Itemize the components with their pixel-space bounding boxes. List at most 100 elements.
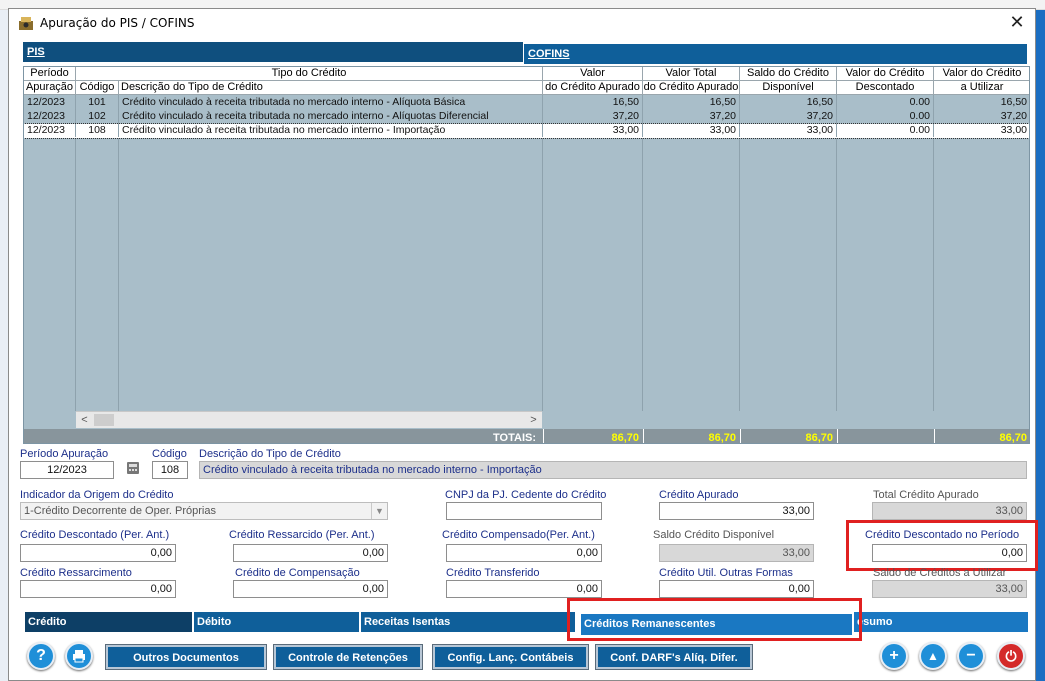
outras-field[interactable]: 0,00 bbox=[659, 580, 814, 598]
table-row[interactable]: 12/2023 102 Crédito vinculado à receita … bbox=[24, 110, 1029, 124]
credit-grid[interactable]: Período Tipo do Crédito Valor Valor Tota… bbox=[23, 66, 1030, 444]
tab-cofins[interactable]: COFINS bbox=[523, 44, 1027, 64]
tab-receitas-isentas[interactable]: Receitas Isentas bbox=[361, 612, 576, 632]
tab-pis-label: PIS bbox=[27, 46, 45, 58]
cell-valor-total: 33,00 bbox=[643, 124, 740, 137]
cell-codigo: 108 bbox=[76, 124, 119, 137]
subheader-descontado[interactable]: Descontado bbox=[837, 81, 934, 95]
header-saldo[interactable]: Saldo do Crédito bbox=[740, 67, 837, 81]
total-valor: 86,70 bbox=[543, 429, 643, 443]
outros-documentos-button[interactable]: Outros Documentos bbox=[105, 644, 267, 670]
background-app-left bbox=[0, 10, 8, 681]
codigo-field[interactable]: 108 bbox=[152, 461, 188, 479]
config-lanc-button[interactable]: Config. Lanç. Contábeis bbox=[432, 644, 589, 670]
apurado-field[interactable]: 33,00 bbox=[659, 502, 814, 520]
header-valor[interactable]: Valor bbox=[543, 67, 643, 81]
conf-darf-button[interactable]: Conf. DARF's Alíq. Difer. bbox=[595, 644, 753, 670]
up-icon[interactable]: ▲ bbox=[919, 642, 947, 670]
tab-debito[interactable]: Débito bbox=[194, 612, 360, 632]
header-utilizar[interactable]: Valor do Crédito bbox=[934, 67, 1029, 81]
chevron-down-icon[interactable]: ▼ bbox=[371, 503, 387, 519]
cell-descontado: 0.00 bbox=[837, 110, 934, 123]
total-valor-total: 86,70 bbox=[643, 429, 740, 443]
subheader-saldo[interactable]: Disponível bbox=[740, 81, 837, 95]
header-descontado[interactable]: Valor do Crédito bbox=[837, 67, 934, 81]
window-title: Apuração do PIS / COFINS bbox=[40, 16, 195, 30]
periodo-label: Período Apuração bbox=[20, 448, 109, 460]
column-divider bbox=[642, 95, 643, 411]
remove-icon[interactable]: − bbox=[957, 642, 985, 670]
compensacao-label: Crédito de Compensação bbox=[235, 567, 360, 579]
origem-select[interactable]: 1-Crédito Decorrente de Oper. Próprias ▼ bbox=[20, 502, 388, 520]
total-descontado bbox=[837, 429, 934, 443]
tab-pis[interactable]: PIS bbox=[23, 42, 523, 62]
ressarcimento-field[interactable]: 0,00 bbox=[20, 580, 176, 598]
totals-label: TOTAIS: bbox=[444, 429, 540, 443]
tab-credito[interactable]: Crédito bbox=[25, 612, 193, 632]
ressarcido-ant-field[interactable]: 0,00 bbox=[233, 544, 388, 562]
controle-retencoes-button[interactable]: Controle de Retenções bbox=[273, 644, 423, 670]
power-icon[interactable]: ⏻ bbox=[997, 642, 1025, 670]
descricao-field[interactable]: Crédito vinculado à receita tributada no… bbox=[199, 461, 1027, 479]
compensado-ant-field[interactable]: 0,00 bbox=[446, 544, 602, 562]
totals-bar: TOTAIS: 86,70 86,70 86,70 86,70 bbox=[24, 429, 1029, 443]
subheader-codigo[interactable]: Código bbox=[76, 81, 119, 95]
horizontal-scrollbar[interactable]: < > bbox=[76, 411, 542, 428]
saldo-disp-field[interactable]: 33,00 bbox=[659, 544, 814, 562]
total-apurado-label: Total Crédito Apurado bbox=[873, 489, 979, 501]
tab-debito-label: Débito bbox=[197, 616, 232, 628]
descricao-label: Descrição do Tipo de Crédito bbox=[199, 448, 341, 460]
cell-periodo: 12/2023 bbox=[24, 110, 76, 123]
compensacao-field[interactable]: 0,00 bbox=[233, 580, 388, 598]
apurado-label: Crédito Apurado bbox=[659, 489, 739, 501]
periodo-field[interactable]: 12/2023 bbox=[20, 461, 114, 479]
cell-saldo: 33,00 bbox=[740, 124, 837, 137]
tab-resumo[interactable]: esumo bbox=[854, 612, 1029, 632]
cell-valor: 33,00 bbox=[543, 124, 643, 137]
header-periodo[interactable]: Período bbox=[24, 67, 76, 81]
origem-label: Indicador da Origem do Crédito bbox=[20, 489, 174, 501]
add-icon[interactable]: + bbox=[880, 642, 908, 670]
close-icon[interactable]: ✕ bbox=[1005, 12, 1029, 34]
cell-utilizar: 37,20 bbox=[934, 110, 1029, 123]
cell-periodo: 12/2023 bbox=[24, 96, 76, 109]
highlight-box bbox=[567, 598, 862, 641]
cell-descontado: 0.00 bbox=[837, 124, 934, 137]
help-icon[interactable]: ? bbox=[27, 642, 55, 670]
subheader-apuracao[interactable]: Apuração bbox=[24, 81, 76, 95]
transferido-field[interactable]: 0,00 bbox=[446, 580, 602, 598]
table-row[interactable]: 12/2023 101 Crédito vinculado à receita … bbox=[24, 96, 1029, 110]
calculator-icon[interactable] bbox=[125, 460, 143, 476]
cell-valor-total: 37,20 bbox=[643, 110, 740, 123]
column-divider bbox=[836, 95, 837, 411]
cell-utilizar: 16,50 bbox=[934, 96, 1029, 109]
total-utilizar: 86,70 bbox=[934, 429, 1029, 443]
print-icon[interactable] bbox=[65, 642, 93, 670]
descontado-ant-field[interactable]: 0,00 bbox=[20, 544, 176, 562]
cell-valor: 16,50 bbox=[543, 96, 643, 109]
cell-utilizar: 33,00 bbox=[934, 124, 1029, 137]
tab-resumo-label: esumo bbox=[857, 616, 893, 628]
transferido-label: Crédito Transferido bbox=[446, 567, 540, 579]
scroll-thumb[interactable] bbox=[94, 414, 114, 426]
cnpj-field[interactable] bbox=[446, 502, 602, 520]
scroll-left-icon[interactable]: < bbox=[76, 412, 93, 428]
cnpj-label: CNPJ da PJ. Cedente do Crédito bbox=[445, 489, 607, 501]
subheader-valor-total[interactable]: do Crédito Apurado bbox=[643, 81, 740, 95]
table-row-selected[interactable]: 12/2023 108 Crédito vinculado à receita … bbox=[24, 123, 1029, 139]
total-apurado-field[interactable]: 33,00 bbox=[872, 502, 1027, 520]
cell-descontado: 0.00 bbox=[837, 96, 934, 109]
subheader-descricao[interactable]: Descrição do Tipo de Crédito bbox=[119, 81, 543, 95]
highlight-box bbox=[846, 520, 1038, 571]
column-divider bbox=[75, 95, 76, 411]
cell-saldo: 16,50 bbox=[740, 96, 837, 109]
subheader-utilizar[interactable]: a Utilizar bbox=[934, 81, 1029, 95]
header-tipo-credito[interactable]: Tipo do Crédito bbox=[76, 67, 543, 81]
tab-cofins-label: COFINS bbox=[528, 48, 570, 60]
cell-valor-total: 16,50 bbox=[643, 96, 740, 109]
subheader-valor[interactable]: do Crédito Apurado bbox=[543, 81, 643, 95]
header-valor-total[interactable]: Valor Total bbox=[643, 67, 740, 81]
background-app-right bbox=[1036, 10, 1045, 681]
scroll-right-icon[interactable]: > bbox=[525, 412, 542, 428]
saldo-utilizar-field[interactable]: 33,00 bbox=[872, 580, 1027, 598]
